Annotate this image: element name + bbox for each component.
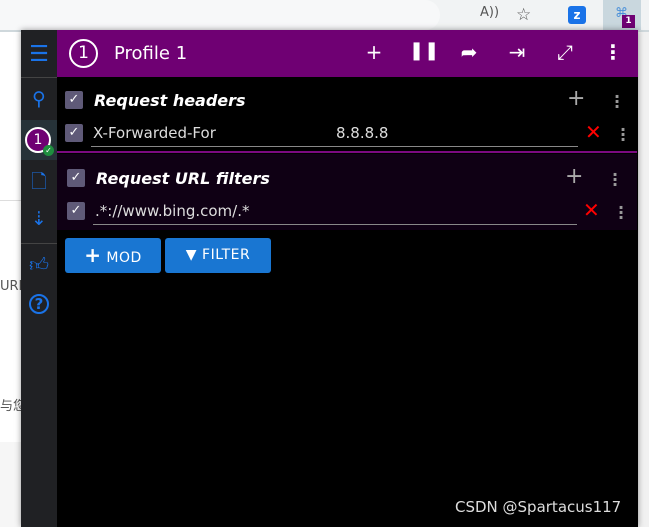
- filter-row-checkbox[interactable]: ✓: [67, 202, 85, 220]
- watermark: CSDN @Spartacus117: [455, 498, 622, 516]
- add-filter-button[interactable]: ▼ FILTER: [165, 238, 271, 273]
- section-divider: [57, 151, 637, 153]
- add-file-icon[interactable]: 🗋: [21, 168, 57, 200]
- menu-icon[interactable]: ☰: [21, 42, 57, 67]
- page-footer: [0, 442, 21, 527]
- extension-badge: 1: [622, 15, 635, 28]
- sidebar-profile-1[interactable]: 1 ✓: [21, 120, 57, 160]
- profile-number-icon[interactable]: 1: [69, 39, 98, 68]
- page-divider: [0, 200, 21, 201]
- delete-icon[interactable]: ✕: [585, 120, 602, 144]
- more-vert-icon[interactable]: ⋮: [600, 40, 626, 64]
- section-title: Request headers: [94, 91, 246, 110]
- more-vert-icon[interactable]: · · ·: [616, 200, 626, 226]
- section-title: Request URL filters: [96, 169, 270, 188]
- header-name-input[interactable]: X-Forwarded-For: [91, 121, 331, 147]
- pause-icon[interactable]: ❚❚: [409, 40, 439, 61]
- expand-icon[interactable]: ⤢: [552, 40, 578, 64]
- extension-z-icon[interactable]: z: [568, 6, 586, 24]
- active-check-icon: ✓: [43, 145, 54, 156]
- sort-icon[interactable]: ⇣: [21, 208, 57, 230]
- url-filter-input[interactable]: .*://www.bing.com/.*: [93, 199, 577, 225]
- search-icon[interactable]: ⚲: [21, 88, 57, 110]
- page-edge: [638, 32, 649, 527]
- more-vert-icon[interactable]: · · ·: [610, 167, 620, 193]
- profile-name[interactable]: Profile 1: [114, 43, 187, 64]
- header-value-input[interactable]: 8.8.8.8: [331, 121, 578, 147]
- header-row-checkbox[interactable]: ✓: [65, 124, 83, 142]
- more-vert-icon[interactable]: · · ·: [618, 122, 628, 148]
- add-icon[interactable]: +: [361, 40, 387, 64]
- more-vert-icon[interactable]: · · ·: [612, 89, 622, 115]
- add-filter-icon[interactable]: +: [565, 164, 583, 189]
- filters-section-checkbox[interactable]: ✓: [67, 169, 85, 187]
- add-mod-button[interactable]: + MOD: [65, 238, 161, 273]
- import-icon[interactable]: ⇥: [504, 40, 530, 64]
- help-icon[interactable]: ?: [21, 294, 57, 314]
- url-filters-section: ✓ Request URL filters + · · · ✓ .*://www.b…: [57, 154, 637, 230]
- delete-icon[interactable]: ✕: [583, 198, 600, 222]
- browser-toolbar: A)) ☆ z ⌘ 1: [0, 0, 649, 30]
- address-bar[interactable]: [0, 0, 440, 30]
- read-aloud-icon[interactable]: A)): [480, 5, 499, 25]
- headers-section-checkbox[interactable]: ✓: [65, 91, 83, 109]
- filter-icon: ▼: [185, 247, 198, 263]
- modheader-popup: ☰ ⚲ 1 ✓ 🗋 ⇣ 👍︎ ? 1 Profile 1 + ❚❚ ➦ ⇥ ⤢ …: [21, 30, 638, 527]
- plus-icon: +: [84, 243, 102, 267]
- mod-label: MOD: [106, 250, 142, 266]
- share-icon[interactable]: ➦: [456, 40, 482, 64]
- filter-label: FILTER: [202, 247, 251, 263]
- sidebar: ☰ ⚲ 1 ✓ 🗋 ⇣ 👍︎ ?: [21, 30, 57, 527]
- profile-header: 1 Profile 1 + ❚❚ ➦ ⇥ ⤢ ⋮: [57, 30, 638, 77]
- add-header-icon[interactable]: +: [567, 86, 585, 111]
- thumbs-up-icon[interactable]: 👍︎: [21, 254, 57, 277]
- favorite-icon[interactable]: ☆: [516, 5, 531, 25]
